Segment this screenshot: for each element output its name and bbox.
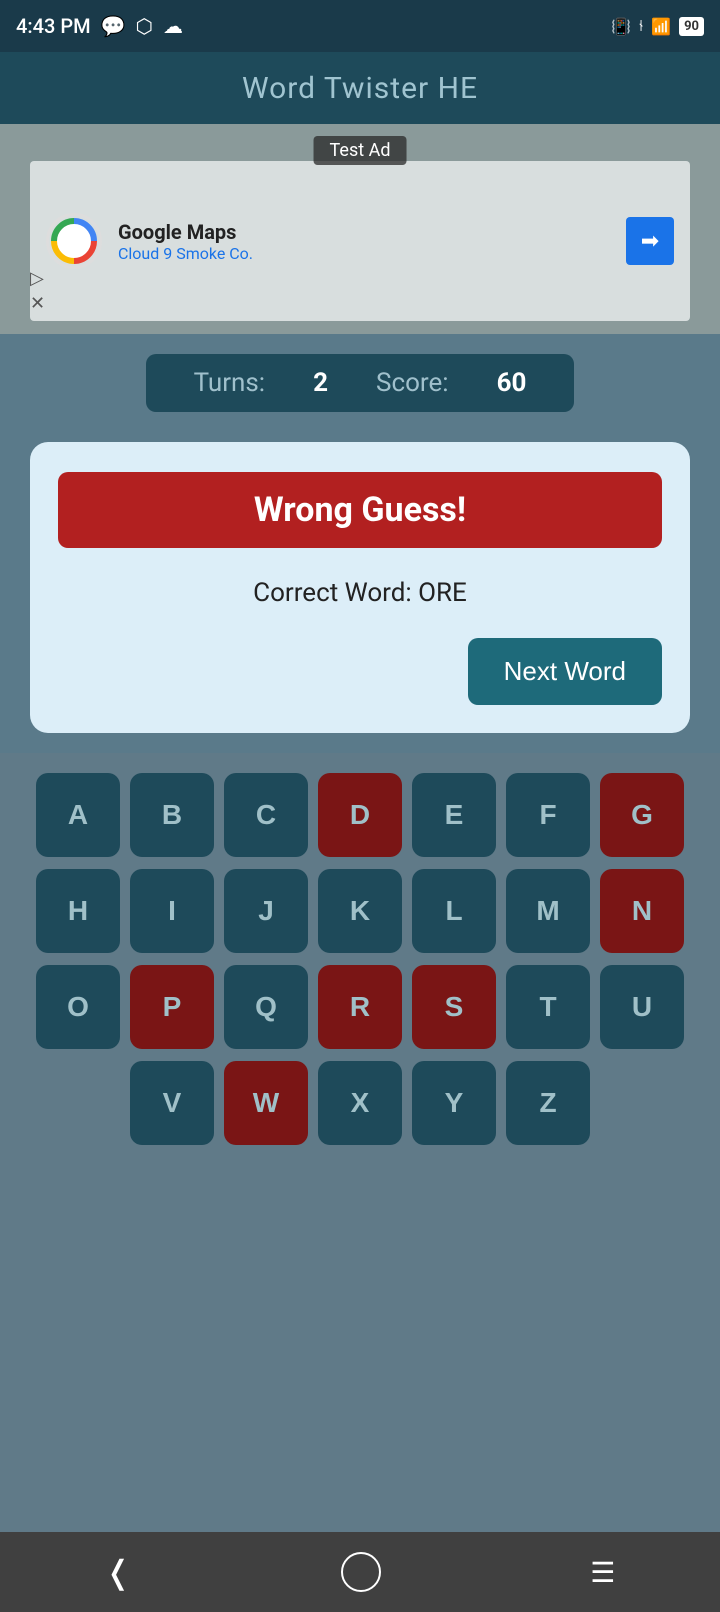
- menu-nav-icon[interactable]: ☰: [590, 1556, 615, 1589]
- bottom-nav: ❬ ☰: [0, 1532, 720, 1612]
- key-O[interactable]: O: [36, 965, 120, 1049]
- next-word-row: Next Word: [58, 638, 662, 705]
- home-nav-icon[interactable]: [341, 1552, 381, 1592]
- key-Q[interactable]: Q: [224, 965, 308, 1049]
- score-box: Turns: 2 Score: 60: [146, 354, 575, 412]
- score-bar: Turns: 2 Score: 60: [0, 334, 720, 422]
- key-F[interactable]: F: [506, 773, 590, 857]
- ad-nav-icon: ➡: [626, 217, 674, 265]
- key-W[interactable]: W: [224, 1061, 308, 1145]
- keyboard-container: A B C D E F G H I J K L M N O P Q R S T …: [0, 753, 720, 1532]
- ad-controls: ▷ ✕: [30, 268, 45, 314]
- keyboard-row-1: A B C D E F G: [36, 773, 684, 857]
- time-display: 4:43 PM: [16, 14, 91, 38]
- key-Y[interactable]: Y: [412, 1061, 496, 1145]
- dialog: Wrong Guess! Correct Word: ORE Next Word: [30, 442, 690, 733]
- app-title: Word Twister HE: [242, 71, 478, 106]
- cloud-icon: ☁: [163, 14, 183, 38]
- key-V[interactable]: V: [130, 1061, 214, 1145]
- ad-text: Google Maps Cloud 9 Smoke Co.: [118, 220, 610, 263]
- correct-word-text: Correct Word: ORE: [58, 568, 662, 618]
- key-J[interactable]: J: [224, 869, 308, 953]
- key-H[interactable]: H: [36, 869, 120, 953]
- status-bar-right: 📳 ⫮ 📶 90: [611, 16, 704, 36]
- status-bar: 4:43 PM 💬 ⬡ ☁ 📳 ⫮ 📶 90: [0, 0, 720, 52]
- whatsapp-icon: 💬: [101, 14, 126, 38]
- signal-icon: ⫮: [639, 16, 643, 36]
- test-ad-label: Test Ad: [314, 136, 407, 165]
- ad-logo: [46, 213, 102, 269]
- key-A[interactable]: A: [36, 773, 120, 857]
- usb-icon: ⬡: [136, 14, 153, 38]
- ad-company: Google Maps: [118, 220, 610, 244]
- vibrate-icon: 📳: [611, 17, 631, 36]
- key-L[interactable]: L: [412, 869, 496, 953]
- ad-close-icon: ✕: [30, 293, 45, 314]
- next-word-button[interactable]: Next Word: [468, 638, 662, 705]
- key-N[interactable]: N: [600, 869, 684, 953]
- wrong-guess-text: Wrong Guess!: [254, 490, 466, 530]
- key-G[interactable]: G: [600, 773, 684, 857]
- key-K[interactable]: K: [318, 869, 402, 953]
- keyboard-row-3: O P Q R S T U: [36, 965, 684, 1049]
- ad-subtitle: Cloud 9 Smoke Co.: [118, 244, 610, 263]
- turns-value: 2: [313, 368, 328, 398]
- status-bar-left: 4:43 PM 💬 ⬡ ☁: [16, 14, 183, 38]
- key-E[interactable]: E: [412, 773, 496, 857]
- key-P[interactable]: P: [130, 965, 214, 1049]
- score-value: 60: [497, 368, 527, 398]
- key-I[interactable]: I: [130, 869, 214, 953]
- key-B[interactable]: B: [130, 773, 214, 857]
- key-S[interactable]: S: [412, 965, 496, 1049]
- ad-banner: Test Ad Google Maps Cloud 9 Smoke Co. ➡ …: [0, 124, 720, 334]
- key-D[interactable]: D: [318, 773, 402, 857]
- key-U[interactable]: U: [600, 965, 684, 1049]
- key-Z[interactable]: Z: [506, 1061, 590, 1145]
- key-R[interactable]: R: [318, 965, 402, 1049]
- ad-content[interactable]: Google Maps Cloud 9 Smoke Co. ➡: [30, 161, 690, 321]
- keyboard-row-2: H I J K L M N: [36, 869, 684, 953]
- ad-play-icon: ▷: [30, 268, 45, 289]
- dialog-container: Wrong Guess! Correct Word: ORE Next Word: [0, 422, 720, 753]
- key-C[interactable]: C: [224, 773, 308, 857]
- battery-display: 90: [679, 17, 704, 36]
- key-M[interactable]: M: [506, 869, 590, 953]
- turns-label: Turns:: [194, 368, 266, 398]
- key-X[interactable]: X: [318, 1061, 402, 1145]
- back-nav-icon[interactable]: ❬: [105, 1553, 132, 1591]
- score-label: Score:: [376, 368, 449, 398]
- app-header: Word Twister HE: [0, 52, 720, 124]
- wifi-icon: 📶: [651, 17, 671, 36]
- wrong-guess-banner: Wrong Guess!: [58, 472, 662, 548]
- keyboard-row-4: V W X Y Z: [130, 1061, 590, 1145]
- key-T[interactable]: T: [506, 965, 590, 1049]
